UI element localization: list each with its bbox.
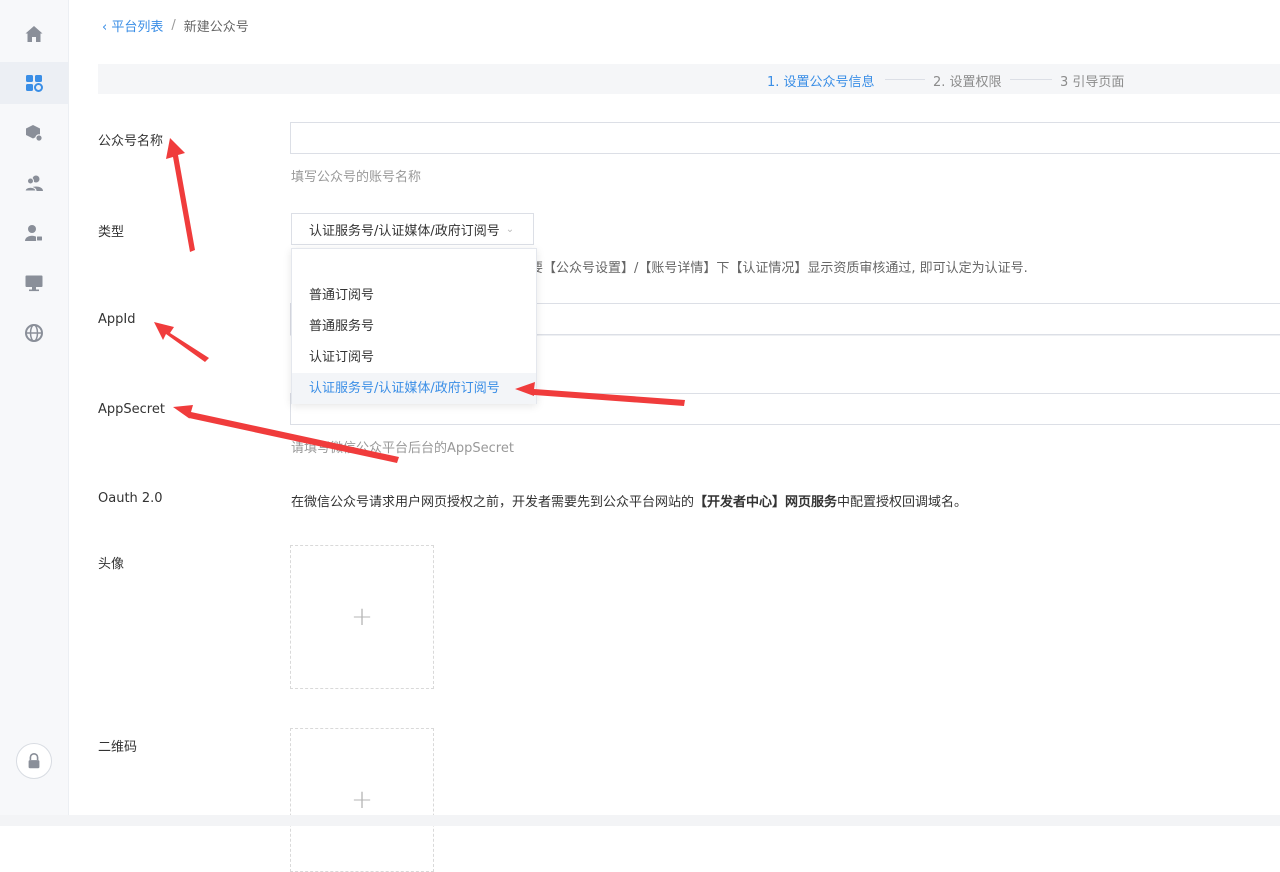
breadcrumb-separator: / (171, 18, 176, 33)
avatar-label: 头像 (98, 557, 125, 572)
users-icon (24, 175, 43, 192)
type-label: 类型 (98, 225, 125, 240)
type-option-normal-service[interactable]: 普通服务号 (292, 311, 536, 342)
name-label: 公众号名称 (98, 134, 164, 149)
name-input[interactable] (290, 122, 1280, 154)
breadcrumb-back-link[interactable]: ‹ 平台列表 (102, 16, 163, 35)
oauth-label: Oauth 2.0 (98, 491, 163, 506)
step-1: 1. 设置公众号信息 (767, 75, 875, 90)
globe-icon (25, 324, 43, 342)
apps-settings-icon (26, 75, 43, 92)
step-connector (885, 79, 925, 80)
oauth-description: 在微信公众号请求用户网页授权之前，开发者需要先到公众平台网站的【开发者中心】网页… (291, 491, 967, 510)
plus-icon: + (351, 602, 373, 632)
type-option-verified-subscription[interactable]: 认证订阅号 (292, 342, 536, 373)
sidebar-item-monitor[interactable] (0, 262, 68, 304)
qrcode-label: 二维码 (98, 740, 138, 755)
appsecret-hint: 请填写微信公众平台后台的AppSecret (291, 441, 514, 456)
sidebar-item-web[interactable] (0, 312, 68, 354)
type-option-verified-service[interactable]: 认证服务号/认证媒体/政府订阅号 (292, 373, 536, 404)
breadcrumb: ‹ 平台列表 / 新建公众号 (102, 16, 249, 35)
type-option-normal-subscription[interactable]: 普通订阅号 (292, 280, 536, 311)
plus-icon: + (351, 785, 373, 815)
sidebar-item-permissions[interactable] (0, 212, 68, 254)
type-dropdown: 普通订阅号 普通服务号 认证订阅号 认证服务号/认证媒体/政府订阅号 (291, 248, 537, 404)
appid-label: AppId (98, 312, 136, 327)
annotation-arrow (166, 138, 195, 252)
lock-button[interactable] (16, 743, 52, 779)
sidebar-item-home[interactable] (0, 13, 68, 55)
type-hint: 只要【公众号设置】/【账号详情】下【认证情况】显示资质审核通过, 即可认定为认证… (517, 261, 1028, 276)
breadcrumb-platform-list[interactable]: 平台列表 (111, 20, 163, 35)
appsecret-label: AppSecret (98, 402, 165, 417)
steps-bar: 1. 设置公众号信息 2. 设置权限 3 引导页面 (98, 64, 1280, 94)
lock-icon (28, 753, 40, 769)
qrcode-upload[interactable]: + (290, 728, 434, 872)
avatar-upload[interactable]: + (290, 545, 434, 689)
type-select[interactable]: 认证服务号/认证媒体/政府订阅号 ⌄ (291, 213, 534, 245)
name-hint: 填写公众号的账号名称 (291, 170, 422, 185)
chevron-left-icon: ‹ (102, 20, 108, 35)
annotation-arrow (154, 322, 209, 362)
sidebar-item-packages[interactable] (0, 112, 68, 154)
chevron-down-icon: ⌄ (505, 223, 515, 235)
oauth-text-bold: 【开发者中心】网页服务 (694, 495, 838, 510)
home-icon (25, 26, 43, 42)
oauth-text-before: 在微信公众号请求用户网页授权之前，开发者需要先到公众平台网站的 (291, 495, 695, 510)
box-settings-icon (26, 125, 43, 142)
sidebar-item-users[interactable] (0, 162, 68, 204)
sidebar (0, 0, 69, 826)
step-2: 2. 设置权限 (933, 75, 1002, 90)
oauth-text-after: 中配置授权回调域名。 (837, 495, 968, 510)
type-selected-value: 认证服务号/认证媒体/政府订阅号 (309, 223, 500, 239)
step-3: 3 引导页面 (1060, 75, 1125, 90)
user-lock-icon (25, 225, 43, 242)
step-connector (1010, 79, 1052, 80)
monitor-icon (25, 275, 43, 292)
breadcrumb-current: 新建公众号 (183, 20, 249, 35)
bottom-scroll-area (0, 815, 1280, 826)
sidebar-item-apps[interactable] (0, 62, 68, 104)
